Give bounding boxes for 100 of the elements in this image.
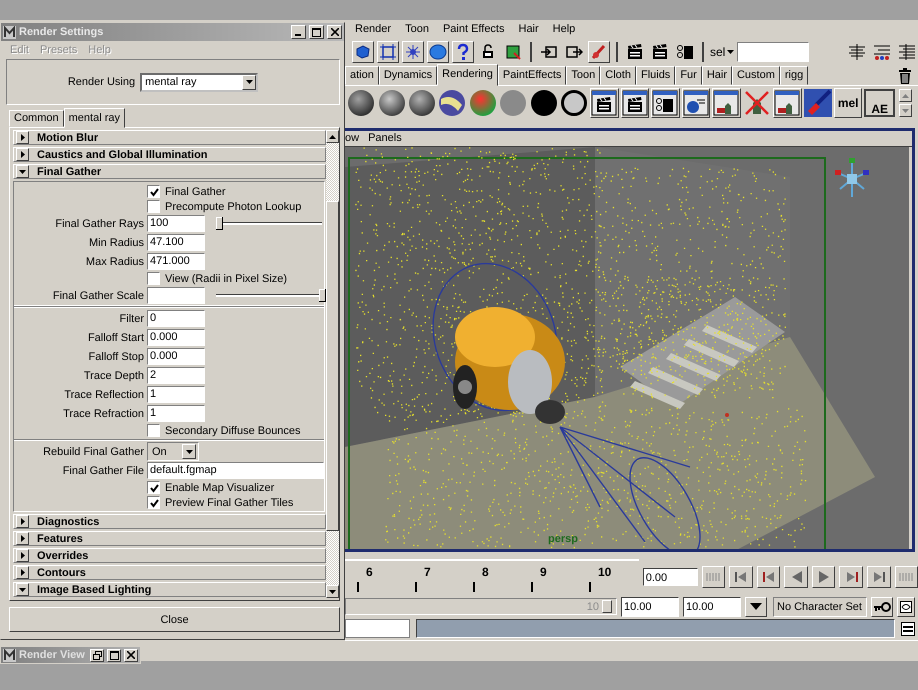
help-button[interactable]	[452, 40, 474, 62]
section-header[interactable]: Caustics and Global Illumination	[13, 147, 326, 162]
maximize-button[interactable]	[107, 648, 121, 662]
menu-item[interactable]: Paint Effects	[442, 23, 504, 35]
menu-item[interactable]: ow	[345, 132, 360, 144]
spark-button[interactable]	[402, 40, 424, 62]
command-line-field[interactable]	[345, 619, 410, 638]
shelf-tab[interactable]: Rendering	[437, 64, 498, 86]
menu-item[interactable]: Toon	[405, 23, 429, 35]
go-to-start-button[interactable]	[702, 566, 726, 588]
ball-window-icon[interactable]	[682, 88, 710, 118]
brush-button[interactable]	[588, 40, 610, 62]
menu-item[interactable]: Hair	[518, 23, 539, 35]
shelf-tab[interactable]: Dynamics	[378, 66, 438, 85]
menu-item[interactable]: Panels	[368, 132, 402, 144]
shelf-tab[interactable]: Fluids	[636, 66, 676, 85]
frame-ruler[interactable]: 6 7 8 9 10	[345, 559, 639, 595]
mel-shelf-button[interactable]: mel	[834, 88, 862, 118]
shelf-tab[interactable]: Fur	[675, 66, 702, 85]
section-header[interactable]: Motion Blur	[13, 130, 326, 145]
current-time-field[interactable]: 0.00	[642, 568, 698, 586]
clapperboard-icon[interactable]	[590, 88, 619, 118]
character-set-field[interactable]: No Character Set	[773, 596, 867, 616]
solid-disc-icon[interactable]	[529, 88, 558, 118]
restore-button[interactable]	[90, 648, 104, 662]
close-button[interactable]	[327, 25, 342, 39]
step-forward-key-button[interactable]	[866, 566, 890, 588]
scroll-down-arrow-icon[interactable]	[902, 108, 909, 112]
shaded-sphere-icon[interactable]	[377, 88, 406, 118]
scrollbar[interactable]	[326, 130, 339, 598]
shelf-tab[interactable]: ation	[345, 66, 379, 85]
script-editor-icon[interactable]	[901, 622, 915, 636]
section-header[interactable]: Contours	[13, 565, 326, 580]
step-back-frame-button[interactable]	[756, 566, 780, 588]
ring-icon[interactable]	[560, 88, 588, 118]
trash-icon[interactable]	[898, 68, 912, 84]
shelf-tab[interactable]: PaintEffects	[498, 66, 566, 85]
tab[interactable]: Common	[9, 110, 64, 127]
section-header[interactable]: Features	[13, 531, 326, 546]
maximize-button[interactable]	[309, 25, 324, 39]
range-slider-handle[interactable]	[602, 600, 612, 613]
shelf-tab[interactable]: Toon	[566, 66, 600, 85]
input-field[interactable]: 2	[147, 367, 205, 384]
section-header[interactable]: Final Gather	[13, 164, 326, 179]
close-button[interactable]	[124, 648, 138, 662]
selection-mode-dropdown[interactable]: sel	[710, 44, 734, 58]
input-field[interactable]: 0.000	[147, 348, 205, 365]
bottle-icon[interactable]	[712, 88, 741, 118]
rainbow-sphere-icon[interactable]	[468, 88, 497, 118]
checkbox[interactable]	[147, 272, 160, 285]
section-header[interactable]: Overrides	[13, 548, 326, 563]
input-field[interactable]: 100	[147, 215, 205, 232]
slider-thumb[interactable]	[319, 289, 326, 302]
section-header[interactable]: Diagnostics	[13, 514, 326, 529]
play-forward-button[interactable]	[812, 566, 836, 588]
menu-item[interactable]: Render	[355, 23, 392, 35]
checkbox[interactable]	[147, 200, 160, 213]
square-frame-button[interactable]	[377, 40, 399, 62]
bottle-icon[interactable]	[773, 88, 802, 118]
input-field[interactable]	[737, 42, 810, 62]
clapperboard-icon[interactable]	[620, 88, 650, 118]
minimize-button[interactable]	[291, 25, 306, 39]
input-field[interactable]	[147, 287, 205, 304]
input-field[interactable]: 0	[147, 310, 205, 327]
close-button[interactable]: Close	[9, 607, 340, 632]
play-backward-button[interactable]	[784, 566, 808, 588]
input-field[interactable]: 1	[147, 386, 205, 403]
scrollbar-thumb[interactable]	[326, 201, 339, 531]
shaded-sphere-icon[interactable]	[408, 88, 436, 118]
input-field[interactable]: 10.00	[683, 596, 741, 616]
step-forward-frame-button[interactable]	[839, 566, 863, 588]
input-field[interactable]: 47.100	[147, 234, 205, 251]
preferences-icon[interactable]	[900, 600, 912, 612]
sphere-button[interactable]	[427, 40, 449, 62]
dropdown-arrow-icon[interactable]	[750, 603, 762, 610]
input-field[interactable]: default.fgmap	[147, 462, 324, 479]
striped-sphere-icon[interactable]	[438, 88, 467, 118]
step-back-key-button[interactable]	[729, 566, 753, 588]
input-field[interactable]: 471.000	[147, 253, 205, 270]
go-to-end-button[interactable]	[894, 566, 918, 588]
checkbox[interactable]	[147, 424, 160, 437]
scroll-up-arrow-icon[interactable]	[902, 94, 909, 98]
checkbox[interactable]	[147, 481, 160, 494]
paintbrush-icon[interactable]	[804, 88, 832, 118]
tab[interactable]: mental ray	[64, 108, 125, 128]
shelf-button[interactable]: AE	[864, 89, 895, 117]
slider-thumb[interactable]	[216, 217, 224, 230]
shaded-sphere-icon[interactable]	[347, 88, 376, 118]
shelf-tab[interactable]: rigg	[780, 66, 808, 85]
input-field[interactable]: 0.000	[147, 329, 205, 346]
shelf-tab[interactable]: Hair	[702, 66, 732, 85]
shelf-tab[interactable]: Cloth	[600, 66, 636, 85]
clapperboard-icon[interactable]	[651, 88, 680, 118]
cube-button[interactable]	[352, 40, 374, 62]
dropdown[interactable]: On	[147, 442, 199, 461]
input-field[interactable]: 10.00	[621, 596, 679, 616]
input-field[interactable]: 1	[147, 405, 205, 422]
dropdown[interactable]: mental ray	[140, 72, 258, 92]
section-header[interactable]: Image Based Lighting	[13, 582, 326, 597]
key-icon[interactable]	[873, 602, 891, 612]
